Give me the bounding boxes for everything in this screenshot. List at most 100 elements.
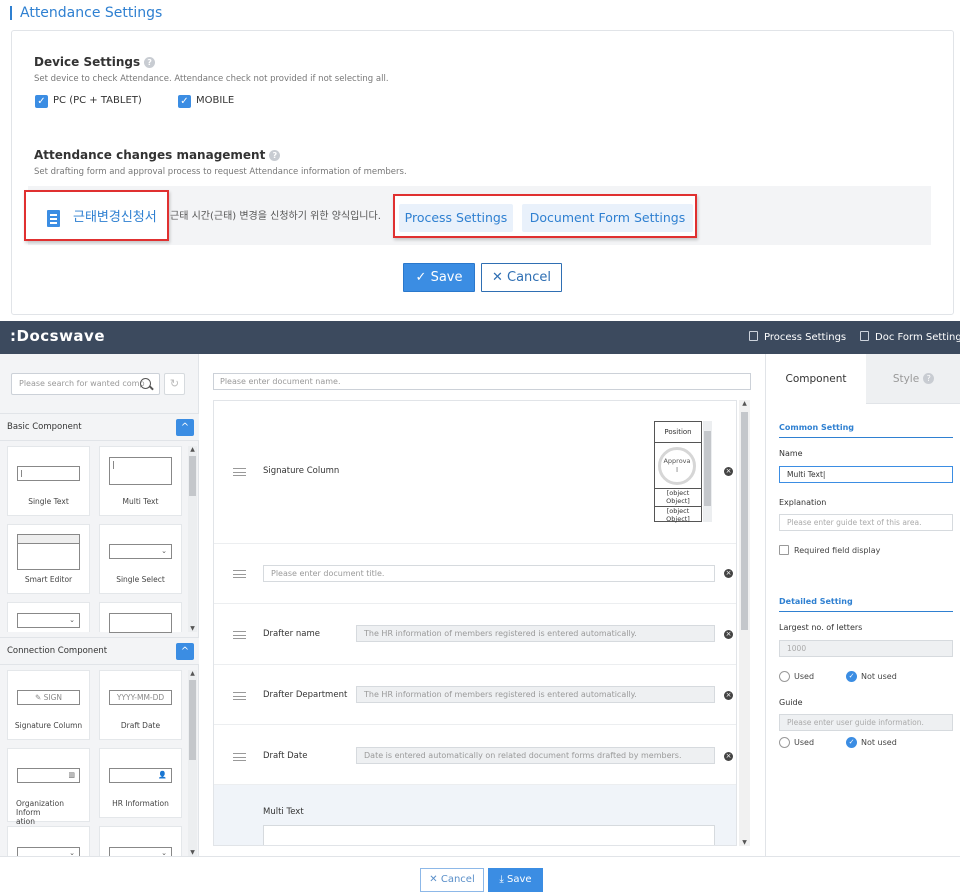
help-icon[interactable]: ? <box>269 150 281 161</box>
largest-letters-input[interactable]: 1000 <box>779 640 953 657</box>
drag-handle-icon[interactable] <box>233 692 246 700</box>
pc-checkbox[interactable]: ✓ <box>35 95 48 108</box>
drag-handle-icon[interactable] <box>233 753 246 761</box>
drag-handle-icon[interactable] <box>233 468 246 476</box>
delete-icon[interactable]: × <box>724 630 733 639</box>
name-input[interactable]: Multi Text| <box>779 466 953 483</box>
form-row-signature[interactable]: Signature Column Position Approva l [obj… <box>214 401 736 544</box>
form-row-multi-text[interactable]: Multi Text <box>214 785 736 845</box>
component-tile-smart-editor[interactable]: Smart Editor <box>7 524 90 594</box>
signature-scrollbar[interactable] <box>703 421 712 522</box>
component-search-input[interactable]: Please search for wanted comp <box>11 373 160 395</box>
component-tile-partial[interactable]: ⌄ <box>99 826 182 859</box>
connection-scrollbar[interactable]: ▲ ▼ <box>188 670 197 856</box>
component-tile-organization[interactable]: ▥ Organization Inform ation <box>7 748 90 826</box>
close-icon: ✕ <box>429 874 438 885</box>
document-name-input[interactable]: Please enter document name. <box>213 373 751 390</box>
document-form-settings-button[interactable]: Document Form Settings <box>522 204 693 232</box>
nav-process-settings-label: Process Settings <box>764 332 847 343</box>
radio-label: Used <box>794 738 815 747</box>
component-tile-partial[interactable]: ⌄ <box>7 826 90 859</box>
divider <box>779 611 953 612</box>
basic-scrollbar[interactable]: ▲ ▼ <box>188 446 197 632</box>
mobile-checkbox-label: MOBILE <box>196 95 235 106</box>
form-row-drafter-name[interactable]: Drafter name The HR information of membe… <box>214 604 736 665</box>
largest-used-radio[interactable] <box>779 671 790 682</box>
form-row-drafter-department[interactable]: Drafter Department The HR information of… <box>214 665 736 725</box>
refresh-button[interactable]: ↻ <box>164 373 185 395</box>
required-field-checkbox[interactable] <box>779 545 789 555</box>
component-tile-draft-date[interactable]: YYYY-MM-DD Draft Date <box>99 670 182 740</box>
tile-label: Organization Inform ation <box>16 799 64 826</box>
search-icon[interactable] <box>140 378 151 389</box>
date-icon: YYYY-MM-DD <box>109 690 172 705</box>
drafter-name-field: The HR information of members registered… <box>356 625 715 642</box>
name-input-value: Multi Text <box>787 470 823 479</box>
component-tile-signature-column[interactable]: ✎ SIGN Signature Column <box>7 670 90 740</box>
save-label: Save <box>430 270 463 285</box>
editor-scrollbar[interactable]: ▲ ▼ <box>739 400 750 846</box>
delete-icon[interactable]: × <box>724 569 733 578</box>
scroll-up-icon: ▲ <box>190 446 195 453</box>
bottom-cancel-button[interactable]: ✕ Cancel <box>420 868 484 892</box>
divider <box>779 437 953 438</box>
drag-handle-icon[interactable] <box>233 631 246 639</box>
properties-panel: Component Style? Common Setting Name Mul… <box>765 354 960 856</box>
help-icon[interactable]: ? <box>144 57 156 68</box>
docswave-header: :Docswave Process Settings Doc Form Sett… <box>0 321 960 354</box>
scroll-down-icon: ▼ <box>190 625 195 632</box>
largest-not-used-radio[interactable]: ✓ <box>846 671 857 682</box>
attendance-changes-description: Set drafting form and approval process t… <box>34 167 407 177</box>
form-row-draft-date[interactable]: Draft Date Date is entered automatically… <box>214 725 736 785</box>
collapse-button[interactable]: ^ <box>176 419 194 436</box>
radio-label: Not used <box>861 672 897 681</box>
guide-not-used-radio[interactable]: ✓ <box>846 737 857 748</box>
form-row-title[interactable]: Please enter document title. × <box>214 544 736 604</box>
component-tile-single-select[interactable]: ⌄ Single Select <box>99 524 182 594</box>
multi-text-input[interactable] <box>263 825 715 845</box>
explanation-input[interactable]: Please enter guide text of this area. <box>779 514 953 531</box>
mobile-checkbox[interactable]: ✓ <box>178 95 191 108</box>
form-editor: Please enter document name. Signature Co… <box>200 354 764 856</box>
sign-text: SIGN <box>43 693 63 702</box>
signature-position: Position <box>655 422 701 443</box>
cancel-label: Cancel <box>507 270 552 285</box>
cancel-button[interactable]: ✕ Cancel <box>481 263 562 292</box>
delete-icon[interactable]: × <box>724 467 733 476</box>
tile-label: Signature Column <box>14 721 83 730</box>
drafting-form-link[interactable]: 근태변경신청서 <box>24 190 169 241</box>
process-settings-button[interactable]: Process Settings <box>399 204 513 232</box>
tab-component[interactable]: Component <box>766 354 866 404</box>
guide-used-radio[interactable] <box>779 737 790 748</box>
multi-text-icon <box>109 457 172 485</box>
component-tile-multi-text[interactable]: Multi Text <box>99 446 182 516</box>
scroll-thumb[interactable] <box>189 680 196 760</box>
delete-icon[interactable]: × <box>724 691 733 700</box>
tab-style[interactable]: Style? <box>866 354 960 404</box>
scroll-down-icon: ▼ <box>190 849 195 856</box>
document-title-input[interactable]: Please enter document title. <box>263 565 715 582</box>
table-icon <box>109 613 172 633</box>
save-icon: ⤓ <box>499 874 504 885</box>
tile-label: Draft Date <box>120 721 161 730</box>
delete-icon[interactable]: × <box>724 752 733 761</box>
sign-icon: ✎ SIGN <box>17 690 80 705</box>
users-icon: 👤 <box>109 768 172 783</box>
nav-process-settings[interactable]: Process Settings <box>749 331 846 343</box>
scroll-thumb[interactable] <box>189 456 196 496</box>
page-title: Attendance Settings <box>10 6 162 20</box>
check-icon: ✓ <box>415 270 427 285</box>
component-tile-partial[interactable] <box>99 602 182 633</box>
component-tile-hr-information[interactable]: 👤 HR Information <box>99 748 182 818</box>
form-settings-group: Process Settings Document Form Settings <box>393 194 697 238</box>
radio-label: Not used <box>861 738 897 747</box>
collapse-button[interactable]: ^ <box>176 643 194 660</box>
save-button[interactable]: ✓ Save <box>403 263 475 292</box>
component-tile-partial[interactable]: ⌄ <box>7 602 90 632</box>
nav-doc-form-settings[interactable]: Doc Form Settings <box>860 331 960 343</box>
guide-input[interactable]: Please enter user guide information. <box>779 714 953 731</box>
component-tile-single-text[interactable]: Single Text <box>7 446 90 516</box>
drag-handle-icon[interactable] <box>233 570 246 578</box>
bottom-save-button[interactable]: ⤓ Save <box>488 868 543 892</box>
scroll-thumb[interactable] <box>741 412 748 630</box>
